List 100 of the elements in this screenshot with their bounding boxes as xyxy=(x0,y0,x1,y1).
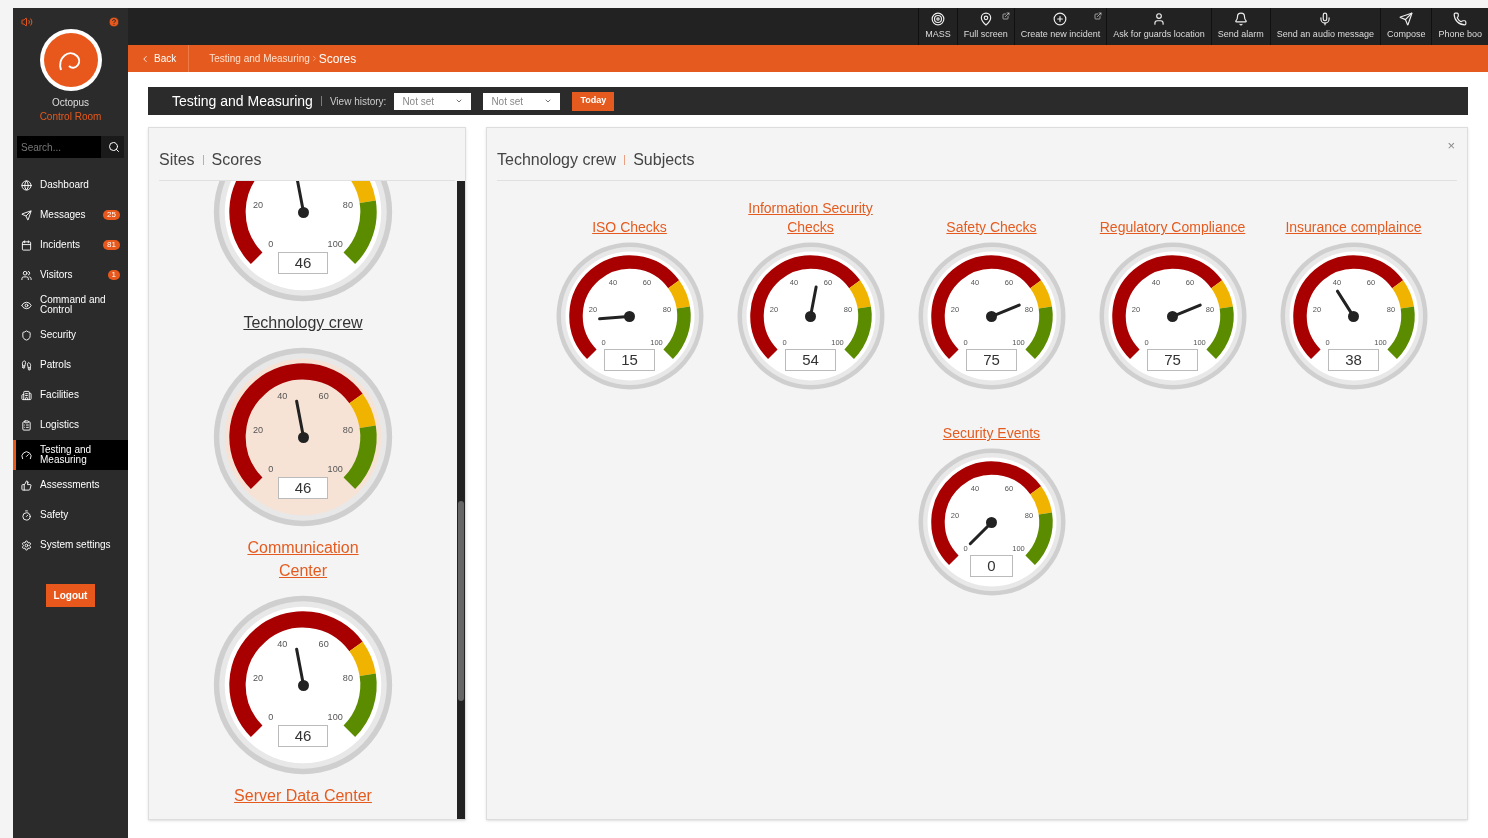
nav-item[interactable]: Dashboard xyxy=(13,170,128,200)
scale-label: 60 xyxy=(318,639,329,650)
dropdown-caret-icon xyxy=(544,97,553,105)
nav-item[interactable]: Visitors 1 xyxy=(13,260,128,290)
nav-item[interactable]: Safety xyxy=(13,500,128,530)
scale-label: 0 xyxy=(268,463,274,474)
nav-item[interactable]: Messages 25 xyxy=(13,200,128,230)
nav-item[interactable]: Facilities xyxy=(13,380,128,410)
search-icon[interactable] xyxy=(108,141,120,153)
panel-subtitle: Subjects xyxy=(633,150,695,170)
back-icon xyxy=(140,53,150,64)
scale-label: 40 xyxy=(1151,277,1160,287)
scale-label: 80 xyxy=(1205,305,1214,315)
scale-label: 20 xyxy=(253,672,264,683)
help-icon[interactable] xyxy=(108,16,120,28)
microphone-icon xyxy=(1318,11,1333,26)
nav-item[interactable]: Logistics xyxy=(13,410,128,440)
scale-label: 0 xyxy=(268,238,274,249)
scale-label: 20 xyxy=(253,199,264,210)
site-link[interactable]: Technology crew xyxy=(228,311,378,334)
person-icon xyxy=(1152,11,1167,26)
breadcrumb-current: Scores xyxy=(318,50,357,68)
needle-hub xyxy=(297,206,309,218)
paper-plane-icon xyxy=(21,209,32,221)
scale-label: 0 xyxy=(600,337,606,347)
from-date-select[interactable]: Not set xyxy=(394,92,472,110)
gauge-value: 46 xyxy=(277,725,329,748)
needle-hub xyxy=(1167,310,1178,322)
speaker-icon[interactable] xyxy=(21,16,33,28)
scale-label: 60 xyxy=(1004,483,1013,493)
building-icon xyxy=(21,389,32,401)
paper-plane-icon xyxy=(1399,11,1414,26)
phone-icon xyxy=(1453,11,1468,26)
scale-label: 60 xyxy=(1366,277,1375,287)
nav-item[interactable]: Command and Control xyxy=(13,290,128,320)
scale-label: 40 xyxy=(608,277,617,287)
people-icon xyxy=(21,269,32,281)
scale-label: 40 xyxy=(789,277,798,287)
count-badge: 25 xyxy=(103,210,120,220)
scale-label: 100 xyxy=(1192,337,1206,347)
count-badge: 1 xyxy=(107,270,120,280)
gauge-value: 46 xyxy=(277,252,329,275)
globe-icon xyxy=(21,179,32,191)
gauge-value: 54 xyxy=(785,349,836,371)
nav-item[interactable]: Testing and Measuring xyxy=(13,440,128,470)
scale-label: 0 xyxy=(962,337,968,347)
brand-subtitle: Control Room xyxy=(38,110,103,124)
to-date-select[interactable]: Not set xyxy=(483,92,561,110)
map-pin-icon xyxy=(978,11,993,26)
scale-label: 0 xyxy=(962,543,968,553)
scale-label: 20 xyxy=(253,424,264,435)
scale-label: 100 xyxy=(327,463,343,474)
scale-label: 40 xyxy=(277,639,288,650)
scale-label: 100 xyxy=(649,337,663,347)
scale-label: 0 xyxy=(781,337,787,347)
settings-icon xyxy=(21,539,32,551)
needle-hub xyxy=(297,679,309,691)
scale-label: 80 xyxy=(1024,511,1033,521)
gauge-value: 38 xyxy=(1328,349,1379,371)
external-link-icon xyxy=(1001,12,1010,20)
needle-hub xyxy=(1348,310,1359,322)
gauge-value: 75 xyxy=(1147,349,1198,371)
scale-label: 0 xyxy=(268,711,274,722)
brand-name: Octopus xyxy=(50,96,91,110)
nav-item[interactable]: Incidents 81 xyxy=(13,230,128,260)
bell-icon xyxy=(1233,11,1248,26)
scale-label: 20 xyxy=(588,305,597,315)
eye-icon xyxy=(21,299,32,311)
search-field[interactable]: Search... xyxy=(17,136,101,158)
scale-label: 100 xyxy=(1011,337,1025,347)
target-icon xyxy=(930,11,945,26)
scale-label: 20 xyxy=(769,305,778,315)
scrollbar[interactable] xyxy=(457,181,465,819)
nav-item[interactable]: System settings xyxy=(13,530,128,560)
footprints-icon xyxy=(21,359,32,371)
logout-button[interactable]: Logout xyxy=(45,584,96,607)
scale-label: 100 xyxy=(1373,337,1387,347)
scale-label: 0 xyxy=(1143,337,1149,347)
scale-label: 40 xyxy=(277,391,288,402)
dropdown-caret-icon xyxy=(455,97,464,105)
scale-label: 100 xyxy=(1011,543,1025,553)
panel-subtitle: Scores xyxy=(211,150,262,170)
scale-label: 60 xyxy=(1004,277,1013,287)
history-label: View history: xyxy=(329,94,387,109)
scale-label: 40 xyxy=(970,483,979,493)
gauge-value: 0 xyxy=(970,555,1013,577)
today-button[interactable]: Today xyxy=(572,91,615,111)
scale-label: 100 xyxy=(327,238,343,249)
nav-item[interactable]: Security xyxy=(13,320,128,350)
panel-title: Technology crew xyxy=(497,150,617,170)
page-title: Testing and Measuring xyxy=(172,91,313,111)
external-link-icon xyxy=(1094,12,1103,20)
calendar-icon xyxy=(21,239,32,251)
needle-hub xyxy=(297,431,309,443)
scale-label: 80 xyxy=(1386,305,1395,315)
scale-label: 80 xyxy=(843,305,852,315)
nav-item[interactable]: Patrols xyxy=(13,350,128,380)
gauge-value: 15 xyxy=(604,349,655,371)
nav-item[interactable]: Assessments xyxy=(13,470,128,500)
scale-label: 100 xyxy=(327,711,343,722)
